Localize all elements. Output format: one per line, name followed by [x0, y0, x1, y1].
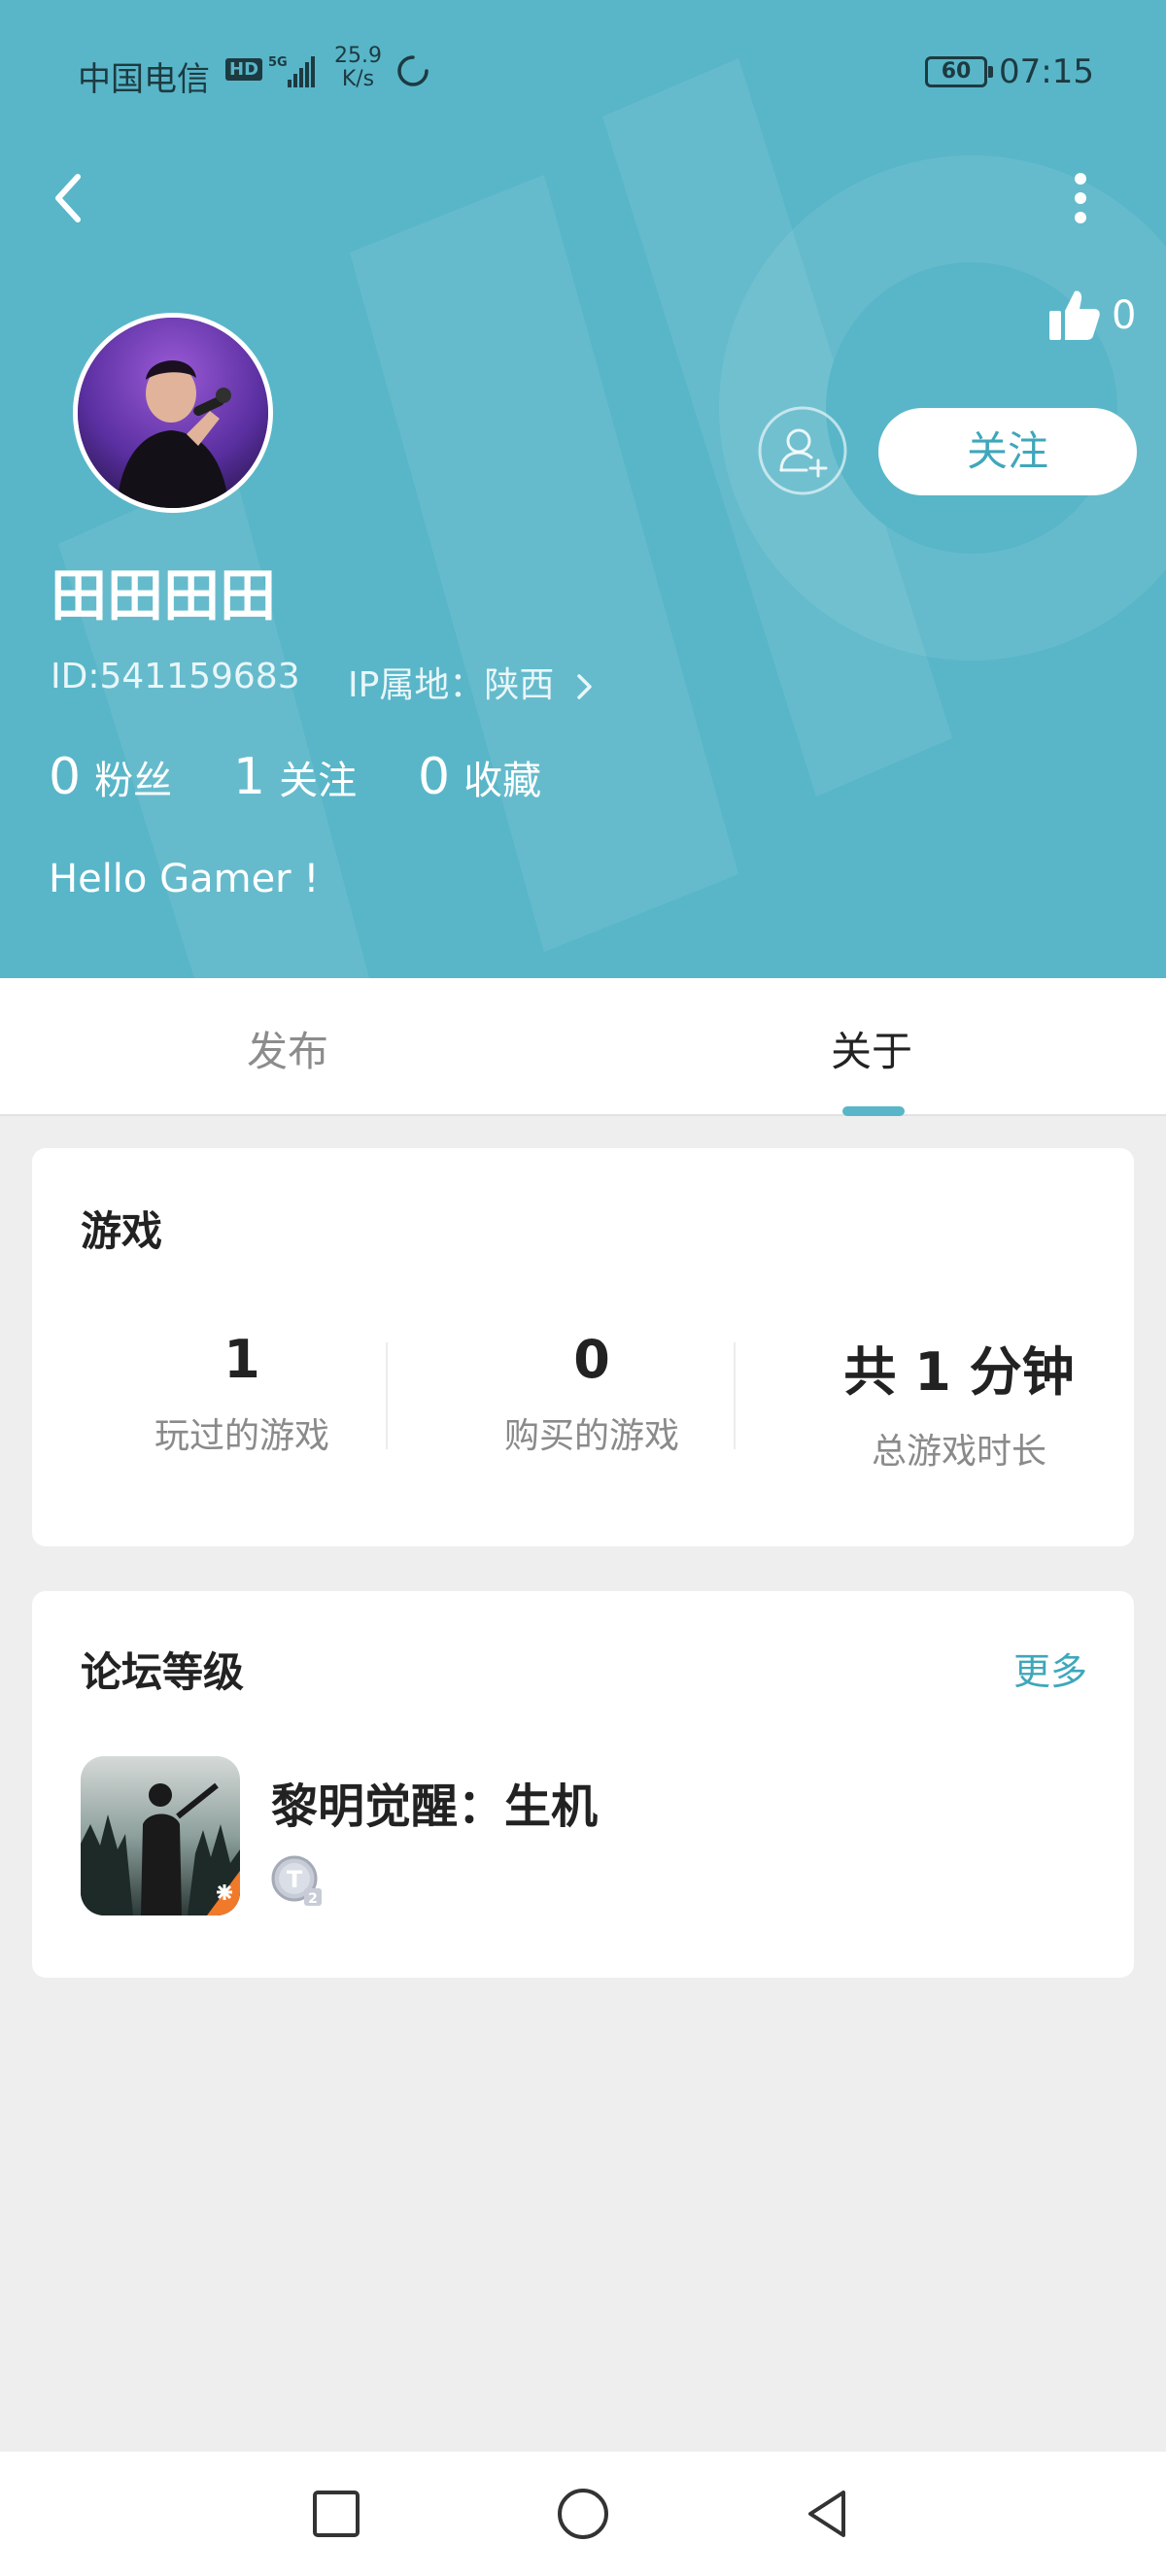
user-id: ID:541159683	[51, 657, 300, 696]
played-games-stat[interactable]: 1 玩过的游戏	[86, 1329, 397, 1458]
tab-about[interactable]: 关于	[831, 1019, 912, 1078]
following-label: 关注	[279, 759, 358, 803]
nav-square-icon[interactable]	[307, 2485, 365, 2543]
ip-location-text: IP属地：陕西	[348, 665, 555, 705]
user-bio: Hello Gamer !	[49, 857, 320, 901]
game-icon[interactable]	[81, 1756, 240, 1915]
chevron-right-icon	[577, 674, 592, 699]
speed-unit: K/s	[341, 67, 375, 91]
speed-value: 25.9	[334, 44, 382, 68]
network-speed: 25.9 K/s	[334, 45, 382, 91]
nav-circle-icon[interactable]	[554, 2485, 612, 2543]
clock: 07:15	[999, 52, 1094, 91]
more-vertical-icon[interactable]	[1053, 171, 1108, 225]
playtime-stat[interactable]: 共 1 分钟 总游戏时长	[804, 1329, 1115, 1474]
thumbs-up-icon	[1049, 290, 1100, 340]
more-link[interactable]: 更多	[1013, 1642, 1087, 1695]
signal-icon: 5G	[268, 55, 315, 87]
purchased-games-label: 购买的游戏	[503, 1416, 679, 1456]
playtime-label: 总游戏时长	[871, 1432, 1046, 1472]
fans-count: 0	[49, 748, 82, 806]
svg-text:2: 2	[308, 1891, 318, 1907]
game-icon-image	[81, 1756, 240, 1915]
tab-publish[interactable]: 发布	[247, 1019, 328, 1078]
level-badge-icon: T 2	[271, 1855, 322, 1907]
fans-label: 粉丝	[94, 759, 173, 803]
battery-indicator: 60	[925, 56, 993, 87]
follow-button[interactable]: 关注	[878, 408, 1137, 495]
active-tab-indicator	[842, 1106, 905, 1116]
stat-favorites[interactable]: 0 收藏	[418, 748, 541, 806]
nav-back-triangle-icon[interactable]	[801, 2485, 859, 2543]
playtime-value: 共 1 分钟	[843, 1341, 1075, 1403]
svg-text:T: T	[287, 1866, 303, 1893]
stat-following[interactable]: 1 关注	[233, 748, 357, 806]
avatar[interactable]	[73, 313, 273, 513]
purchased-games-value: 0	[573, 1329, 610, 1390]
status-bar: 中国电信 HD 5G 25.9 K/s 60 07:15	[0, 39, 1166, 107]
back-icon[interactable]	[43, 167, 97, 229]
ip-location-link[interactable]: IP属地：陕西	[348, 657, 597, 707]
carrier-label: 中国电信	[78, 60, 210, 99]
played-games-value: 1	[223, 1329, 260, 1390]
game-name[interactable]: 黎明觉醒：生机	[271, 1768, 598, 1836]
stat-fans[interactable]: 0 粉丝	[49, 748, 172, 806]
svg-text:5G: 5G	[268, 55, 288, 70]
system-navigation-bar	[0, 2452, 1166, 2576]
profile-tabs: 发布 关于	[0, 978, 1166, 1116]
favorites-count: 0	[418, 748, 451, 806]
avatar-image	[78, 318, 268, 508]
favorites-label: 收藏	[463, 759, 542, 803]
forum-card-title: 论坛等级	[81, 1648, 245, 1696]
forum-level-card: 论坛等级 更多 黎明觉醒：生机 T 2	[32, 1591, 1134, 1978]
following-count: 1	[233, 748, 266, 806]
like-count: 0	[1112, 293, 1137, 338]
profile-header: 中国电信 HD 5G 25.9 K/s 60 07:15 0 关注 田田田田 I…	[0, 0, 1166, 978]
stat-divider	[734, 1342, 736, 1449]
username: 田田田田	[51, 562, 277, 628]
stat-divider	[386, 1342, 388, 1449]
loading-icon	[397, 55, 429, 86]
games-card: 游戏 1 玩过的游戏 0 购买的游戏 共 1 分钟 总游戏时长	[32, 1148, 1134, 1546]
hd-badge: HD	[225, 58, 263, 81]
purchased-games-stat[interactable]: 0 购买的游戏	[436, 1329, 747, 1458]
games-card-title: 游戏	[81, 1207, 163, 1255]
played-games-label: 玩过的游戏	[154, 1416, 329, 1456]
add-friend-icon[interactable]	[758, 406, 847, 495]
